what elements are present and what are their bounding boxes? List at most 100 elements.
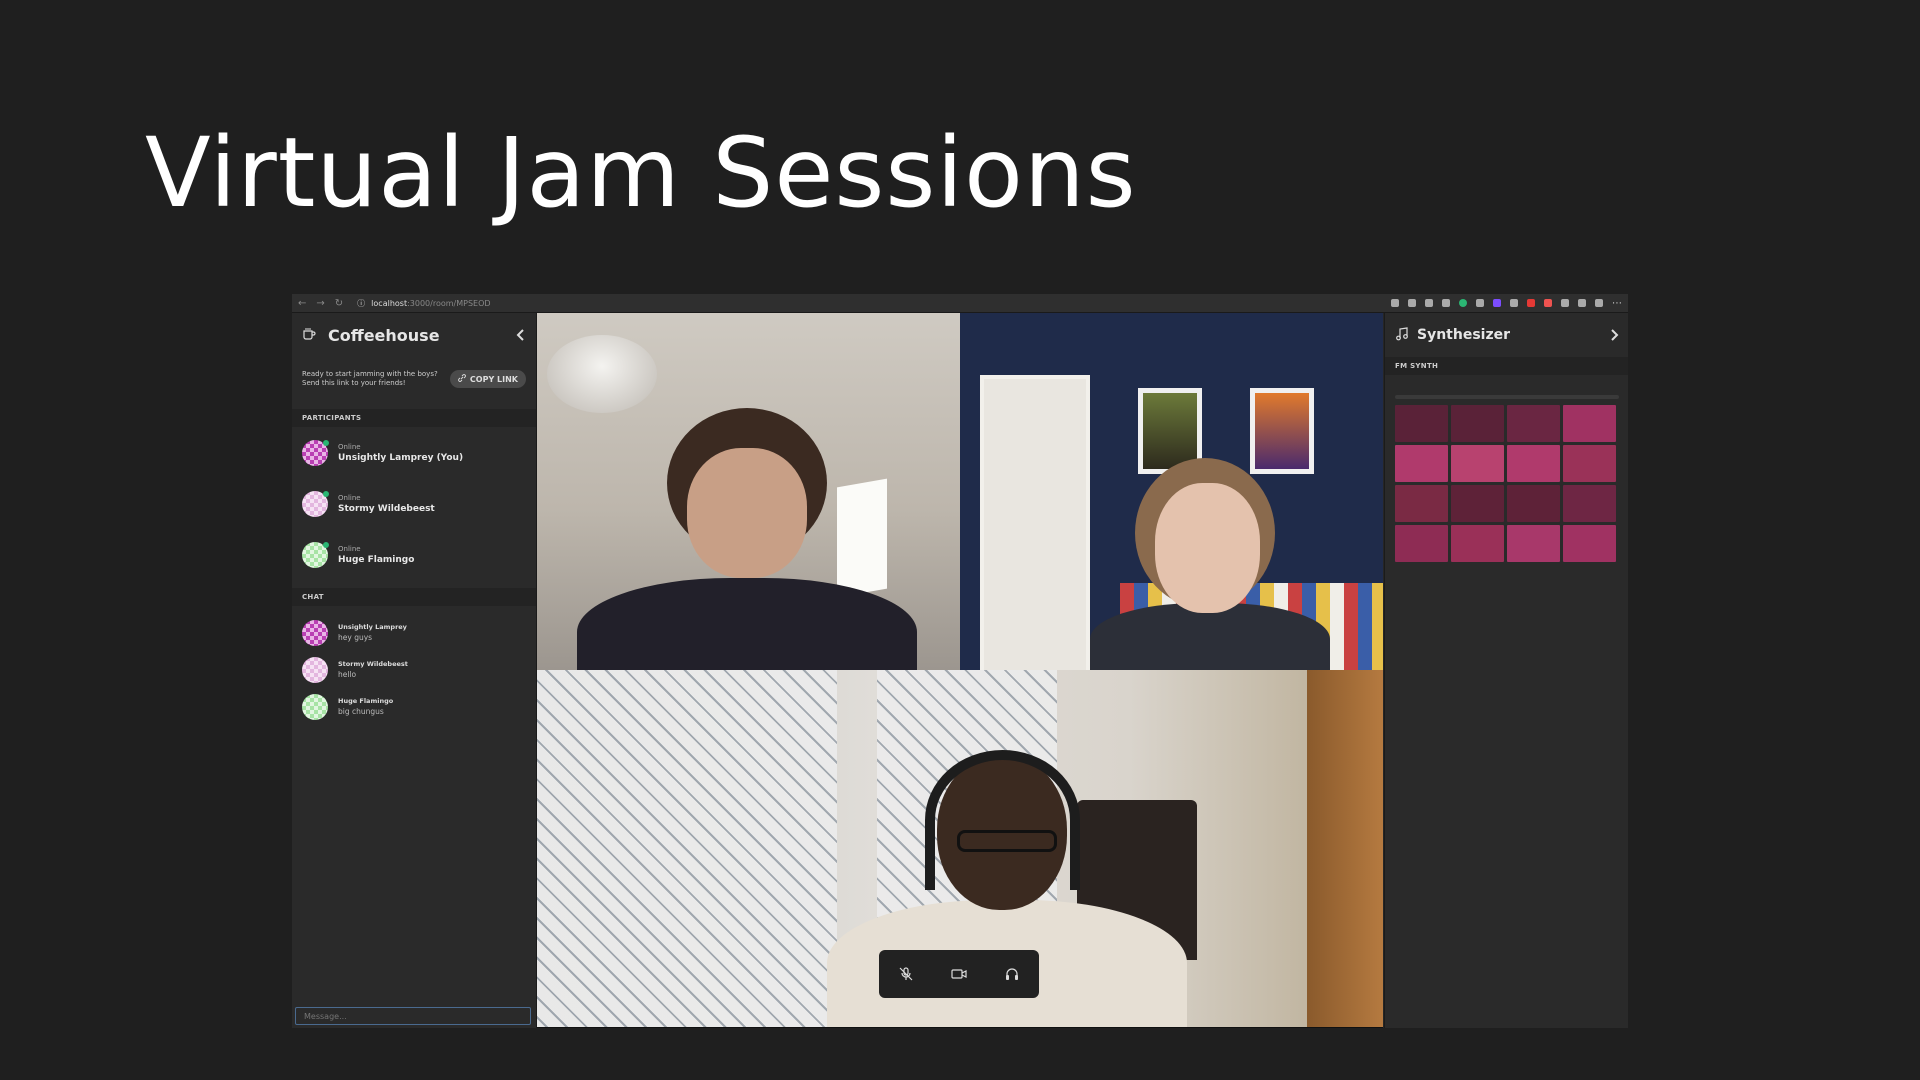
extension-purple-icon[interactable] bbox=[1493, 299, 1501, 307]
video-frame-detail bbox=[1155, 483, 1260, 613]
synth-header: Synthesizer bbox=[1385, 313, 1628, 357]
video-frame-detail bbox=[537, 670, 837, 1027]
participant-name: Huge Flamingo bbox=[338, 554, 415, 565]
zoom-icon[interactable] bbox=[1408, 299, 1416, 307]
chat-text: hello bbox=[338, 670, 357, 679]
extension-red-icon[interactable] bbox=[1527, 299, 1535, 307]
camera-icon[interactable] bbox=[947, 962, 971, 986]
chat-header: CHAT bbox=[292, 588, 536, 606]
video-tile[interactable] bbox=[537, 313, 960, 670]
avatar bbox=[302, 490, 329, 517]
copy-link-button[interactable]: COPY LINK bbox=[449, 370, 526, 388]
address-bar[interactable]: ⓘ localhost:3000/room/MPSEOD bbox=[357, 298, 490, 309]
synth-pad[interactable] bbox=[1507, 405, 1560, 442]
video-tile[interactable] bbox=[960, 313, 1383, 670]
invite-row: Ready to start jamming with the boys? Se… bbox=[292, 357, 536, 401]
synth-pad[interactable] bbox=[1563, 485, 1616, 522]
mic-off-icon[interactable] bbox=[894, 962, 918, 986]
video-frame-detail bbox=[547, 335, 657, 413]
forward-icon[interactable]: → bbox=[316, 298, 324, 309]
slide-title: Virtual Jam Sessions bbox=[145, 117, 1137, 229]
synth-pad[interactable] bbox=[1451, 525, 1504, 562]
synth-slider[interactable] bbox=[1395, 395, 1619, 399]
synth-title: Synthesizer bbox=[1417, 327, 1511, 343]
avatar bbox=[302, 619, 328, 646]
participants-header: PARTICIPANTS bbox=[292, 409, 536, 427]
url-path: :3000/room/MPSEOD bbox=[407, 298, 491, 308]
avatar bbox=[302, 693, 328, 720]
browser-toolbar: ← → ↻ ⓘ localhost:3000/room/MPSEOD ⋯ bbox=[292, 294, 1628, 313]
synth-pad[interactable] bbox=[1507, 485, 1560, 522]
synth-panel: Synthesizer FM SYNTH bbox=[1384, 313, 1628, 1028]
more-menu-icon[interactable]: ⋯ bbox=[1612, 298, 1622, 309]
chat-message: Stormy Wildebeest hello bbox=[292, 651, 536, 688]
video-frame-detail bbox=[1090, 603, 1330, 670]
video-frame-detail bbox=[837, 478, 887, 598]
chat-message: Huge Flamingo big chungus bbox=[292, 688, 536, 725]
participant-item[interactable]: Online Huge Flamingo bbox=[292, 529, 536, 580]
avatar bbox=[302, 439, 329, 466]
video-grid bbox=[537, 313, 1383, 1028]
favorites-icon[interactable] bbox=[1561, 299, 1569, 307]
video-frame-detail bbox=[577, 578, 917, 670]
sidebar: Coffeehouse Ready to start jamming with … bbox=[292, 313, 537, 1028]
reload-icon[interactable]: ↻ bbox=[335, 298, 343, 309]
call-controls bbox=[879, 950, 1039, 998]
synth-pad[interactable] bbox=[1563, 405, 1616, 442]
synth-pad[interactable] bbox=[1563, 525, 1616, 562]
video-frame-detail bbox=[1250, 388, 1314, 474]
video-frame-detail bbox=[925, 750, 1080, 890]
synth-pad[interactable] bbox=[1451, 445, 1504, 482]
synth-pad[interactable] bbox=[1395, 405, 1448, 442]
collapse-sidebar-icon[interactable] bbox=[516, 326, 526, 345]
synth-pad[interactable] bbox=[1563, 445, 1616, 482]
chat-author: Stormy Wildebeest bbox=[338, 660, 408, 668]
synth-pad[interactable] bbox=[1451, 485, 1504, 522]
url-host: localhost bbox=[371, 298, 408, 308]
video-frame-detail bbox=[1307, 670, 1383, 1027]
mic-icon[interactable] bbox=[1391, 299, 1399, 307]
synth-section-header: FM SYNTH bbox=[1385, 357, 1628, 375]
synth-pad[interactable] bbox=[1395, 445, 1448, 482]
profile-icon[interactable] bbox=[1595, 299, 1603, 307]
avatar bbox=[302, 541, 329, 568]
message-input[interactable] bbox=[295, 1007, 531, 1025]
incognito-icon[interactable] bbox=[1476, 299, 1484, 307]
participant-item[interactable]: Online Unsightly Lamprey (You) bbox=[292, 427, 536, 478]
chat-author: Unsightly Lamprey bbox=[338, 623, 407, 631]
extension-icon[interactable] bbox=[1425, 299, 1433, 307]
avatar bbox=[302, 656, 328, 683]
expand-panel-icon[interactable] bbox=[1609, 326, 1619, 345]
reader-icon[interactable] bbox=[1442, 299, 1450, 307]
back-icon[interactable]: ← bbox=[298, 298, 306, 309]
synth-pad[interactable] bbox=[1451, 405, 1504, 442]
participant-status: Online bbox=[338, 493, 361, 502]
synth-pad[interactable] bbox=[1507, 525, 1560, 562]
coffee-cup-icon bbox=[302, 327, 318, 343]
link-icon bbox=[458, 374, 466, 384]
video-frame-detail bbox=[980, 375, 1090, 670]
participant-name: Stormy Wildebeest bbox=[338, 503, 435, 514]
music-note-icon bbox=[1395, 326, 1409, 345]
chat-text: big chungus bbox=[338, 707, 384, 716]
invite-text: Ready to start jamming with the boys? Se… bbox=[302, 370, 438, 387]
online-indicator bbox=[323, 490, 329, 497]
participant-status: Online bbox=[338, 442, 361, 451]
participant-status: Online bbox=[338, 544, 361, 553]
sidebar-header: Coffeehouse bbox=[292, 313, 536, 357]
collections-icon[interactable] bbox=[1578, 299, 1586, 307]
video-frame-detail bbox=[687, 448, 807, 578]
online-indicator bbox=[323, 439, 329, 446]
headphones-icon[interactable] bbox=[1000, 962, 1024, 986]
grammarly-icon[interactable] bbox=[1459, 299, 1467, 307]
chat-message: Unsightly Lamprey hey guys bbox=[292, 614, 536, 651]
app: Coffeehouse Ready to start jamming with … bbox=[292, 313, 1628, 1028]
chat-text: hey guys bbox=[338, 633, 373, 642]
synth-pad[interactable] bbox=[1395, 525, 1448, 562]
info-icon: ⓘ bbox=[357, 298, 366, 308]
participant-item[interactable]: Online Stormy Wildebeest bbox=[292, 478, 536, 529]
extension-gray-icon[interactable] bbox=[1510, 299, 1518, 307]
extension-orange-icon[interactable] bbox=[1544, 299, 1552, 307]
synth-pad[interactable] bbox=[1507, 445, 1560, 482]
synth-pad[interactable] bbox=[1395, 485, 1448, 522]
